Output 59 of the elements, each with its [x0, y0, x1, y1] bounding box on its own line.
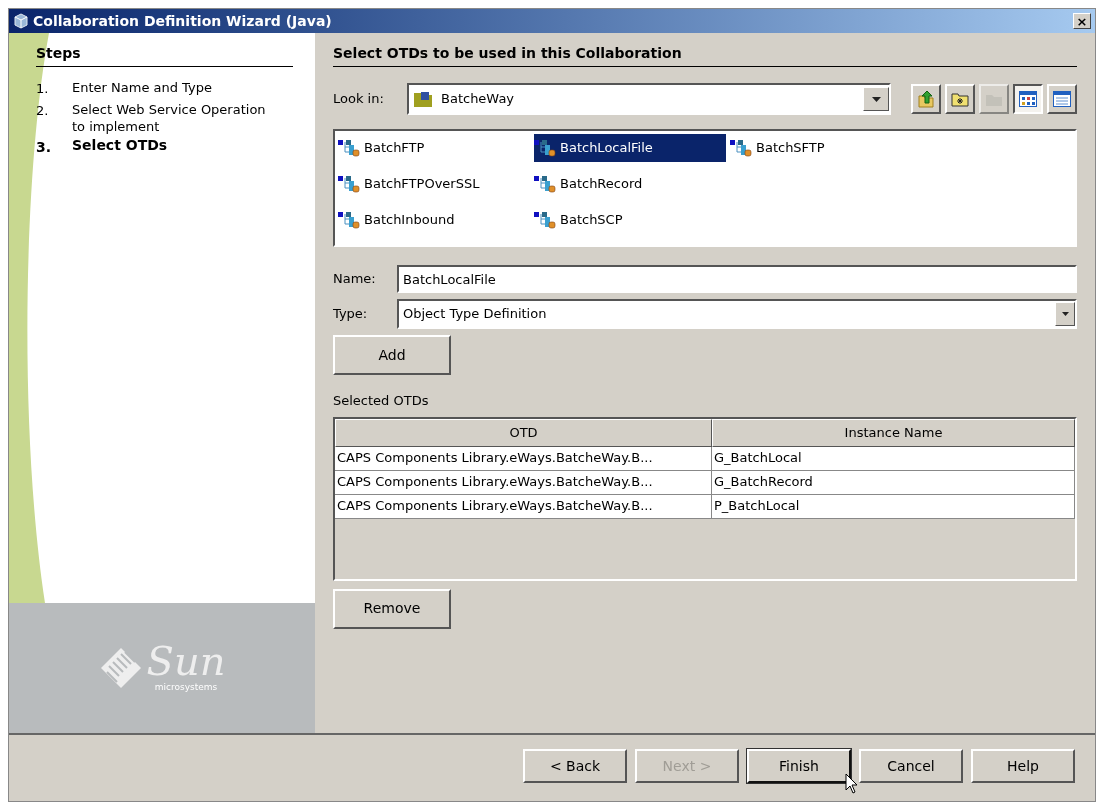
otd-icon	[534, 211, 556, 229]
cube-icon	[13, 13, 29, 29]
steps-heading: Steps	[36, 43, 293, 67]
table-cell: P_BatchLocal	[712, 494, 1075, 519]
otd-icon	[338, 175, 360, 193]
step-label: Select Web Service Operation to implement	[72, 100, 267, 135]
wizard-button[interactable]: Finish	[747, 749, 851, 783]
step-label: Enter Name and Type	[72, 79, 212, 97]
dropdown-arrow-icon	[871, 96, 881, 102]
dropdown-arrow-icon	[1061, 312, 1069, 316]
table-cell: CAPS Components Library.eWays.BatcheWay.B...	[335, 470, 712, 495]
remove-button[interactable]: Remove	[333, 588, 451, 629]
type-label: Type:	[333, 305, 369, 324]
folder-up-icon	[917, 90, 935, 108]
file-item[interactable]: BatchFTP	[338, 134, 530, 162]
wizard-button[interactable]: Help	[971, 749, 1075, 783]
new-folder-icon	[951, 91, 969, 107]
dropdown-value: BatcheWay	[441, 90, 516, 109]
step-label: Select OTDs	[72, 136, 168, 155]
file-item[interactable]: BatchInbound	[338, 206, 530, 234]
wizard-button[interactable]: < Back	[523, 749, 627, 783]
file-item[interactable]: BatchRecord	[534, 170, 726, 198]
panel-heading: Select OTDs to be used in this Collaboration	[333, 43, 1077, 67]
table-cell: CAPS Components Library.eWays.BatcheWay.B...	[335, 446, 712, 471]
selected-otds-label: Selected OTDs	[333, 392, 430, 410]
add-button[interactable]: Add	[333, 335, 451, 375]
details-view-icon	[1053, 91, 1071, 107]
look-in-dropdown[interactable]: BatcheWay	[407, 83, 891, 115]
column-header[interactable]: Instance Name	[712, 418, 1075, 447]
toolbar-button[interactable]	[1013, 84, 1043, 114]
mouse-cursor-icon	[845, 773, 859, 795]
file-item[interactable]: BatchSCP	[534, 206, 726, 234]
step-number: 3.	[36, 137, 53, 157]
table-cell: CAPS Components Library.eWays.BatcheWay.B...	[335, 494, 712, 519]
table-cell: G_BatchRecord	[712, 470, 1075, 495]
file-item[interactable]: BatchFTPOverSSL	[338, 170, 530, 198]
step-number: 1.	[36, 80, 50, 98]
list-view-icon	[1019, 91, 1037, 107]
close-button[interactable]: ×	[1073, 13, 1091, 29]
logo-tagline: microsystems	[154, 681, 218, 695]
dropdown-button[interactable]	[1055, 302, 1075, 326]
otd-icon	[338, 211, 360, 229]
name-label: Name:	[333, 270, 377, 289]
dropdown-button[interactable]	[863, 87, 889, 111]
otd-icon	[534, 175, 556, 193]
window-title: Collaboration Definition Wizard (Java)	[33, 11, 333, 31]
otd-icon	[730, 139, 752, 157]
otd-icon	[338, 139, 360, 157]
column-header[interactable]: OTD	[335, 418, 712, 447]
wizard-button[interactable]: Cancel	[859, 749, 963, 783]
name-field[interactable]: BatchLocalFile	[397, 265, 1077, 293]
otd-icon	[534, 139, 556, 157]
table-cell: G_BatchLocal	[712, 446, 1075, 471]
step-number: 2.	[36, 101, 50, 120]
file-item[interactable]: BatchLocalFile	[534, 134, 726, 162]
folder-icon	[413, 89, 433, 109]
type-dropdown[interactable]: Object Type Definition	[397, 299, 1077, 329]
file-item[interactable]: BatchSFTP	[730, 134, 922, 162]
look-in-label: Look in:	[333, 90, 385, 109]
